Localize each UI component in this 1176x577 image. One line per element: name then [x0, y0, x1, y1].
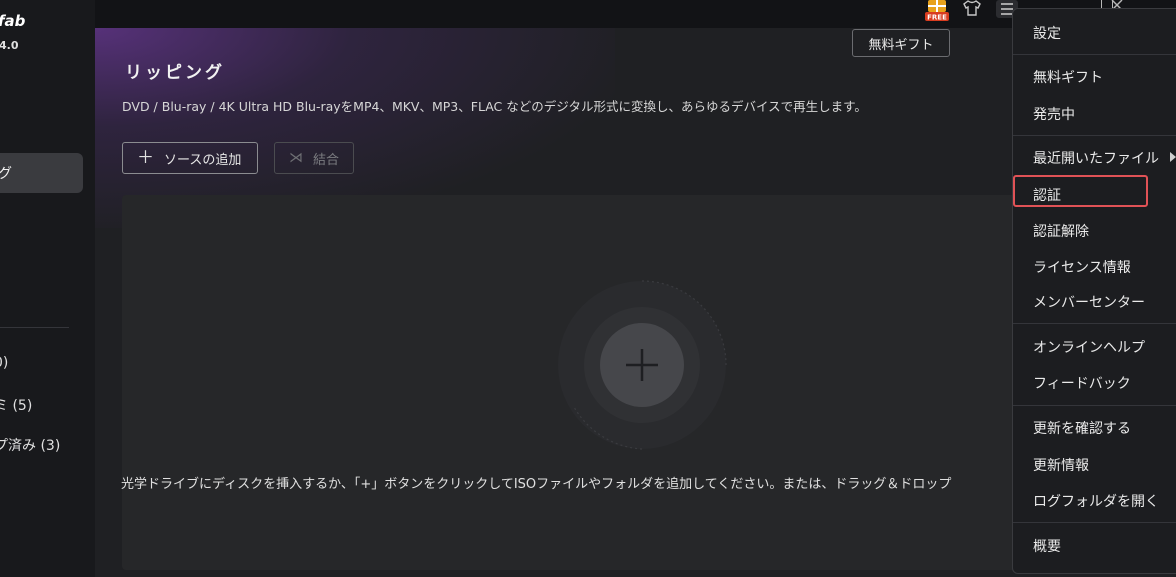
merge-button[interactable]: ⋊ 結合 — [274, 142, 354, 174]
page-title: リッピング — [125, 63, 225, 83]
menu-item-register[interactable]: 認証 — [1033, 185, 1061, 205]
sidebar-item-ripping[interactable]: グ — [0, 153, 83, 193]
menu-item-about[interactable]: 概要 — [1033, 536, 1061, 556]
sidebar-item-ripping-queue[interactable]: ミ (5) — [0, 395, 32, 415]
merge-label: 結合 — [313, 152, 340, 168]
menu-separator — [1013, 54, 1176, 55]
sidebar-item-label: グ — [0, 166, 12, 182]
menu-item-member-center[interactable]: メンバーセンター — [1033, 292, 1145, 312]
app-version: 4.0 — [0, 39, 19, 52]
gift-free-icon[interactable]: FREE — [923, 0, 951, 22]
plus-icon: ＋ — [137, 147, 154, 168]
menu-item-update-info[interactable]: 更新情報 — [1033, 455, 1089, 475]
menu-item-check-updates[interactable]: 更新を確認する — [1033, 418, 1131, 438]
menu-item-settings[interactable]: 設定 — [1033, 23, 1061, 43]
add-source-label: ソースの追加 — [164, 152, 242, 168]
drop-hint-text: 光学ドライブにディスクを挿入するか、「+」ボタンをクリックしてISOファイルやフ… — [121, 477, 952, 492]
menu-separator — [1013, 522, 1176, 523]
free-gift-tooltip: 無料ギフト — [852, 29, 950, 57]
page-description: DVD / Blu-ray / 4K Ultra HD Blu-rayをMP4、… — [122, 99, 867, 114]
menu-item-online-help[interactable]: オンラインヘルプ — [1033, 337, 1145, 357]
add-source-button[interactable]: ＋ ソースの追加 — [122, 142, 258, 174]
add-source-circle-button[interactable] — [554, 277, 730, 453]
menu-separator — [1013, 323, 1176, 324]
merge-icon: ⋊ — [289, 150, 303, 166]
menu-separator — [1013, 135, 1176, 136]
main-menu-dropdown: 設定 無料ギフト 発売中 最近開いたファイル 認証 認証解除 ライセンス情報 メ… — [1012, 8, 1176, 574]
sidebar-item-ripped[interactable]: プ済み (3) — [0, 435, 60, 455]
menu-item-on-sale[interactable]: 発売中 — [1033, 104, 1075, 124]
sidebar: fab 4.0 グ 0) ミ (5) プ済み (3) — [0, 0, 95, 577]
menu-item-license-info[interactable]: ライセンス情報 — [1033, 257, 1131, 277]
free-badge-text: FREE — [927, 14, 947, 22]
sidebar-divider — [0, 327, 69, 328]
menu-item-open-log-folder[interactable]: ログフォルダを開く — [1033, 491, 1159, 511]
submenu-arrow-icon — [1170, 152, 1176, 162]
tshirt-icon[interactable] — [962, 0, 982, 16]
menu-item-unregister[interactable]: 認証解除 — [1033, 221, 1089, 241]
drop-zone[interactable]: 光学ドライブにディスクを挿入するか、「+」ボタンをクリックしてISOファイルやフ… — [121, 195, 1142, 570]
brand-logo: fab — [0, 12, 26, 30]
sidebar-item-all[interactable]: 0) — [0, 355, 8, 371]
menu-item-feedback[interactable]: フィードバック — [1033, 373, 1131, 393]
menu-separator — [1013, 405, 1176, 406]
menu-item-recent-files[interactable]: 最近開いたファイル — [1033, 148, 1159, 168]
menu-item-free-gift[interactable]: 無料ギフト — [1033, 67, 1103, 87]
